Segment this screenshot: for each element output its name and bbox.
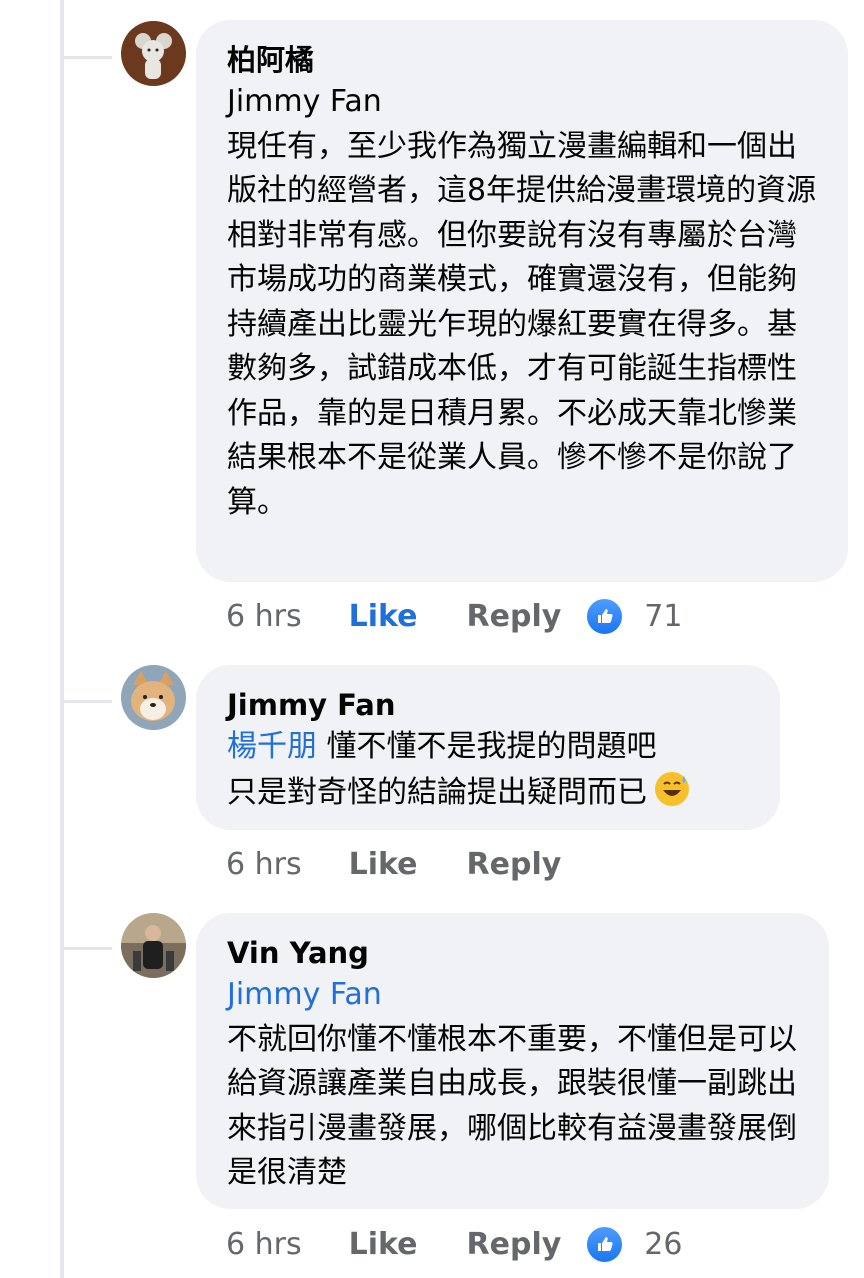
person-photo-avatar-image — [121, 913, 186, 978]
thread-connector — [64, 947, 112, 950]
reply-button[interactable]: Reply — [467, 847, 562, 882]
comment-actions: 6 hrs Like Reply 26 — [226, 1222, 682, 1266]
thread-connector — [64, 700, 112, 703]
comment-text: 只是對奇怪的結論提出疑問而已 — [227, 774, 647, 810]
comment-bubble: Jimmy Fan 楊千朋 懂不懂不是我提的問題吧 只是對奇怪的結論提出疑問而已 — [196, 665, 780, 830]
like-reaction-icon[interactable] — [585, 596, 625, 636]
comment-text: 不就回你懂不懂根本不重要，不懂但是可以給資源讓產業自由成長，跟裝很懂一副跳出來指… — [227, 1021, 797, 1191]
comment-actions: 6 hrs Like Reply 71 — [226, 594, 682, 638]
comment-bubble: 柏阿橘 Jimmy Fan 現任有，至少我作為獨立漫畫編輯和一個出版社的經營者，… — [196, 20, 848, 582]
mentioned-user-tag[interactable]: Jimmy Fan — [227, 973, 799, 1018]
reaction-count[interactable]: 26 — [644, 1227, 682, 1262]
mentioned-user-tag[interactable]: Jimmy Fan — [227, 80, 818, 125]
comment-timestamp[interactable]: 6 hrs — [226, 599, 302, 634]
comment-author[interactable]: Vin Yang — [227, 933, 799, 973]
thread-line — [60, 0, 64, 1278]
comment-timestamp[interactable]: 6 hrs — [226, 847, 302, 882]
thread-connector — [64, 56, 112, 59]
grinning-sweat-emoji-icon — [653, 770, 691, 808]
comment-author[interactable]: Jimmy Fan — [227, 685, 750, 725]
comment-text: 現任有，至少我作為獨立漫畫編輯和一個出版社的經營者，這8年提供給漫畫環境的資源相… — [227, 128, 817, 520]
comment-timestamp[interactable]: 6 hrs — [226, 1227, 302, 1262]
mouse-figure-avatar-image — [121, 21, 186, 86]
like-button[interactable]: Like — [349, 847, 418, 882]
like-button[interactable]: Like — [349, 1227, 418, 1262]
mentioned-user-tag[interactable]: 楊千朋 — [227, 729, 317, 764]
avatar[interactable] — [121, 913, 186, 978]
like-reaction-icon[interactable] — [585, 1224, 625, 1264]
reply-button[interactable]: Reply — [467, 599, 562, 634]
comment-bubble: Vin Yang Jimmy Fan 不就回你懂不懂根本不重要，不懂但是可以給資… — [196, 913, 829, 1209]
shiba-dog-avatar-image — [121, 665, 186, 730]
like-button[interactable]: Like — [349, 599, 418, 634]
comment-actions: 6 hrs Like Reply — [226, 842, 585, 886]
reaction-count[interactable]: 71 — [644, 599, 682, 634]
reply-button[interactable]: Reply — [467, 1227, 562, 1262]
avatar[interactable] — [121, 21, 186, 86]
comment-author[interactable]: 柏阿橘 — [227, 40, 818, 80]
comment-text: 懂不懂不是我提的問題吧 — [326, 729, 657, 764]
avatar[interactable] — [121, 665, 186, 730]
